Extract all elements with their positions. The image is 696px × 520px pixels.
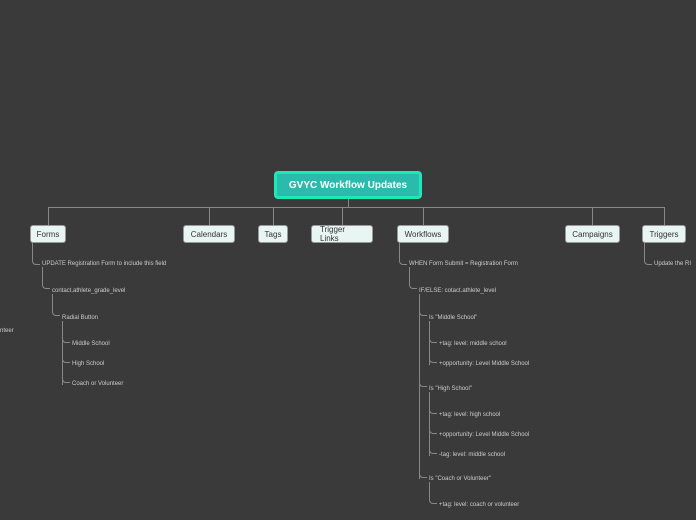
- wf-hs-tag: +tag: level: high school: [439, 412, 500, 418]
- connector: [52, 294, 60, 316]
- connector: [273, 207, 274, 225]
- connector: [429, 414, 437, 434]
- connector: [429, 343, 437, 363]
- forms-opt-hs: High School: [72, 361, 104, 367]
- branch-calendars[interactable]: Calendars: [183, 225, 235, 243]
- forms-opt-cv: Coach or Volunteer: [72, 381, 123, 387]
- connector: [664, 207, 665, 225]
- connector: [429, 392, 437, 414]
- connector: [62, 343, 70, 363]
- connector: [419, 456, 427, 478]
- branch-workflows[interactable]: Workflows: [397, 225, 449, 243]
- wf-cv-label: Is "Coach or Volunteer": [429, 476, 491, 482]
- wf-hs-minus: -tag: level: middle school: [439, 452, 505, 458]
- wf-ms-tag: +tag: level: middle school: [439, 341, 507, 347]
- trig-update: Update the RI: [654, 261, 691, 267]
- connector: [62, 363, 70, 383]
- branch-forms[interactable]: Forms: [30, 225, 66, 243]
- connector: [644, 243, 652, 265]
- forms-contact-field: contact.athlete_grade_level: [52, 288, 125, 294]
- connector: [62, 321, 70, 343]
- root-node[interactable]: GVYC Workflow Updates: [274, 171, 422, 199]
- connector: [48, 207, 49, 225]
- connector: [399, 243, 407, 265]
- connector: [429, 321, 437, 343]
- wf-ifelse: IF/ELSE: cotact.athlete_level: [419, 288, 496, 294]
- wf-hs-opp: +opportunity: Level Middle School: [439, 432, 529, 438]
- left-edge-partial: nteer: [0, 328, 14, 334]
- connector: [209, 207, 210, 225]
- wf-ms-opp: +opportunity: Level Middle School: [439, 361, 529, 367]
- connector: [419, 365, 427, 387]
- connector: [592, 207, 593, 225]
- branch-trigger-links[interactable]: Trigger Links: [311, 225, 373, 243]
- forms-opt-ms: Middle School: [72, 341, 110, 347]
- wf-cv-tag: +tag: level: coach or volunteer: [439, 502, 519, 508]
- connector: [342, 207, 343, 225]
- connector: [42, 267, 50, 289]
- connector: [419, 294, 427, 316]
- connector: [48, 207, 664, 208]
- wf-when: WHEN Form Submit = Registration Form: [409, 261, 518, 267]
- connector: [429, 434, 437, 454]
- connector: [429, 482, 437, 504]
- connector: [348, 199, 349, 207]
- connector: [423, 207, 424, 225]
- forms-update: UPDATE Registration Form to include this…: [42, 261, 166, 267]
- connector: [409, 267, 417, 289]
- connector: [419, 294, 420, 479]
- branch-tags[interactable]: Tags: [258, 225, 288, 243]
- branch-campaigns[interactable]: Campaigns: [565, 225, 620, 243]
- branch-triggers[interactable]: Triggers: [642, 225, 686, 243]
- connector: [32, 243, 40, 265]
